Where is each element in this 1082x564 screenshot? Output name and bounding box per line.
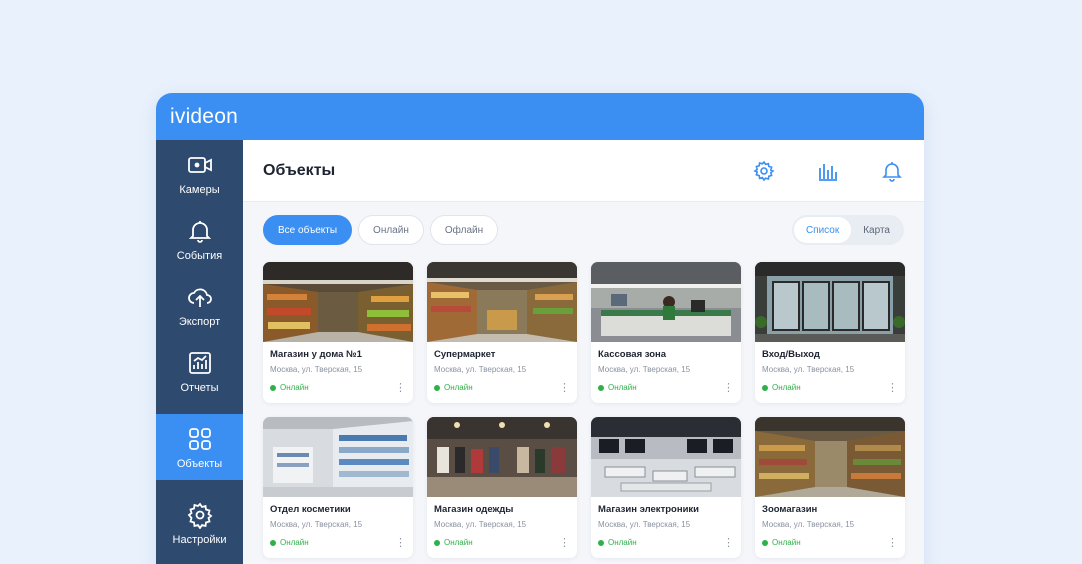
more-menu-icon[interactable]: ⋮ [723, 537, 734, 548]
filter-pills: Все объекты Онлайн Офлайн [263, 215, 504, 245]
online-status-dot [434, 539, 440, 546]
object-card[interactable]: Зоомагазин Москва, ул. Тверская, 15 Онла… [755, 417, 905, 558]
camera-thumbnail [427, 262, 577, 342]
view-list-option[interactable]: Список [793, 217, 852, 243]
sidebar-item-label: Объекты [176, 457, 223, 470]
camera-thumbnail [263, 262, 413, 342]
bell-icon [188, 220, 211, 243]
camera-icon [187, 156, 212, 173]
object-address: Москва, ул. Тверская, 15 [762, 365, 855, 374]
main-content: Объекты Все объекты Онлайн Офлайн Список… [243, 140, 924, 564]
online-status-dot [762, 539, 768, 546]
camera-thumbnail [755, 417, 905, 497]
sidebar-item-cameras[interactable]: Камеры [156, 140, 243, 206]
status-label: Онлайн [608, 383, 637, 392]
top-bar: ivideon [156, 93, 924, 140]
object-card[interactable]: Магазин электроники Москва, ул. Тверская… [591, 417, 741, 558]
online-status-dot [598, 539, 604, 546]
chart-icon [188, 351, 211, 374]
object-address: Москва, ул. Тверская, 15 [270, 520, 363, 529]
online-status-dot [270, 384, 276, 391]
camera-thumbnail [755, 262, 905, 342]
online-status-dot [434, 384, 440, 391]
app-window: ivideon Камеры События Экспорт Отчеты Об… [156, 93, 924, 564]
notification-icon[interactable] [880, 159, 904, 183]
online-status-dot [598, 384, 604, 391]
object-card[interactable]: Супермаркет Москва, ул. Тверская, 15 Онл… [427, 262, 577, 403]
object-title: Магазин одежды [434, 504, 514, 515]
view-map-option[interactable]: Карта [851, 217, 902, 243]
camera-thumbnail [591, 417, 741, 497]
cloud-upload-icon [187, 288, 212, 307]
status-label: Онлайн [444, 383, 473, 392]
filter-all[interactable]: Все объекты [263, 215, 353, 245]
object-card[interactable]: Магазин одежды Москва, ул. Тверская, 15 … [427, 417, 577, 558]
sidebar-item-label: Настройки [172, 533, 227, 546]
status-label: Онлайн [444, 538, 473, 547]
page-title: Объекты [263, 161, 336, 179]
online-status-dot [762, 384, 768, 391]
object-title: Отдел косметики [270, 504, 351, 515]
camera-thumbnail [591, 262, 741, 342]
object-card[interactable]: Магазин у дома №1 Москва, ул. Тверская, … [263, 262, 413, 403]
object-title: Зоомагазин [762, 504, 818, 515]
sidebar-item-settings[interactable]: Настройки [156, 490, 243, 556]
sidebar-item-objects[interactable]: Объекты [156, 414, 243, 480]
more-menu-icon[interactable]: ⋮ [395, 382, 406, 393]
status-label: Онлайн [772, 538, 801, 547]
status-label: Онлайн [280, 538, 309, 547]
more-menu-icon[interactable]: ⋮ [559, 382, 570, 393]
more-menu-icon[interactable]: ⋮ [559, 537, 570, 548]
status-label: Онлайн [608, 538, 637, 547]
analytics-icon[interactable] [816, 159, 840, 183]
sidebar-item-label: Отчеты [180, 381, 219, 394]
camera-thumbnail [427, 417, 577, 497]
camera-thumbnail [263, 417, 413, 497]
object-title: Супермаркет [434, 349, 496, 360]
more-menu-icon[interactable]: ⋮ [395, 537, 406, 548]
filter-offline[interactable]: Офлайн [429, 215, 499, 245]
object-title: Вход/Выход [762, 349, 820, 360]
more-menu-icon[interactable]: ⋮ [887, 382, 898, 393]
object-card[interactable]: Вход/Выход Москва, ул. Тверская, 15 Онла… [755, 262, 905, 403]
object-address: Москва, ул. Тверская, 15 [598, 520, 691, 529]
grid-objects-icon [188, 427, 211, 450]
sidebar-item-label: Камеры [179, 183, 220, 196]
settings-icon[interactable] [752, 159, 776, 183]
object-card[interactable]: Отдел косметики Москва, ул. Тверская, 15… [263, 417, 413, 558]
object-address: Москва, ул. Тверская, 15 [434, 365, 527, 374]
object-address: Москва, ул. Тверская, 15 [270, 365, 363, 374]
object-address: Москва, ул. Тверская, 15 [762, 520, 855, 529]
page-header: Объекты [243, 140, 924, 202]
online-status-dot [270, 539, 276, 546]
more-menu-icon[interactable]: ⋮ [887, 537, 898, 548]
object-title: Магазин у дома №1 [270, 349, 362, 360]
status-label: Онлайн [280, 383, 309, 392]
sidebar-item-export[interactable]: Экспорт [156, 272, 243, 338]
filter-online[interactable]: Онлайн [358, 215, 424, 245]
sidebar: Камеры События Экспорт Отчеты Объекты На… [156, 140, 243, 564]
object-title: Магазин электроники [598, 504, 699, 515]
object-title: Кассовая зона [598, 349, 667, 360]
object-address: Москва, ул. Тверская, 15 [598, 365, 691, 374]
status-label: Онлайн [772, 383, 801, 392]
sidebar-item-events[interactable]: События [156, 206, 243, 272]
gear-icon [187, 502, 212, 529]
sidebar-item-reports[interactable]: Отчеты [156, 338, 243, 404]
sidebar-item-label: События [176, 249, 223, 262]
more-menu-icon[interactable]: ⋮ [723, 382, 734, 393]
view-toggle: Список Карта [791, 215, 904, 245]
sidebar-item-label: Экспорт [178, 315, 221, 328]
logo: ivideon [170, 104, 238, 128]
object-address: Москва, ул. Тверская, 15 [434, 520, 527, 529]
object-card[interactable]: Кассовая зона Москва, ул. Тверская, 15 О… [591, 262, 741, 403]
